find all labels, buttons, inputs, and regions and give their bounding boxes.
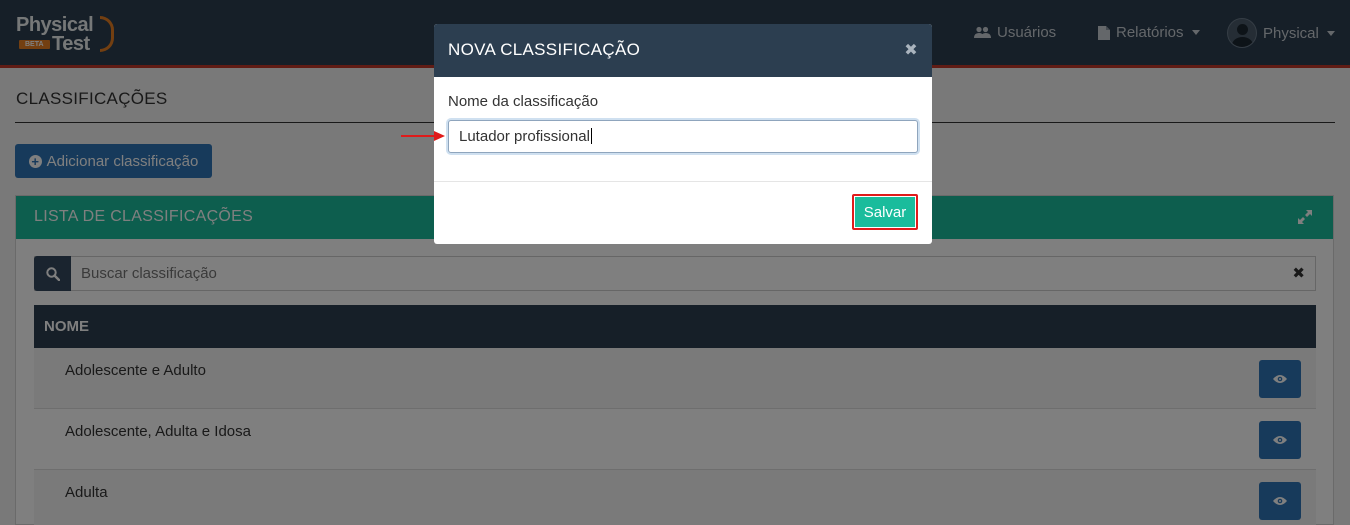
close-icon[interactable]: ✖ — [904, 40, 918, 60]
arrow-annotation-icon — [401, 131, 445, 141]
save-button[interactable]: Salvar — [852, 194, 918, 230]
modal-title: NOVA CLASSIFICAÇÃO — [448, 40, 641, 59]
new-classification-modal: NOVA CLASSIFICAÇÃO ✖ Nome da classificaç… — [434, 24, 932, 244]
classification-name-value: Lutador profissional — [459, 128, 590, 145]
classification-name-input[interactable]: Lutador profissional — [448, 120, 918, 153]
text-cursor — [590, 128, 592, 144]
classification-name-label: Nome da classificação — [448, 93, 599, 110]
modal-header: NOVA CLASSIFICAÇÃO ✖ — [434, 24, 932, 77]
modal-footer-divider — [434, 181, 932, 182]
